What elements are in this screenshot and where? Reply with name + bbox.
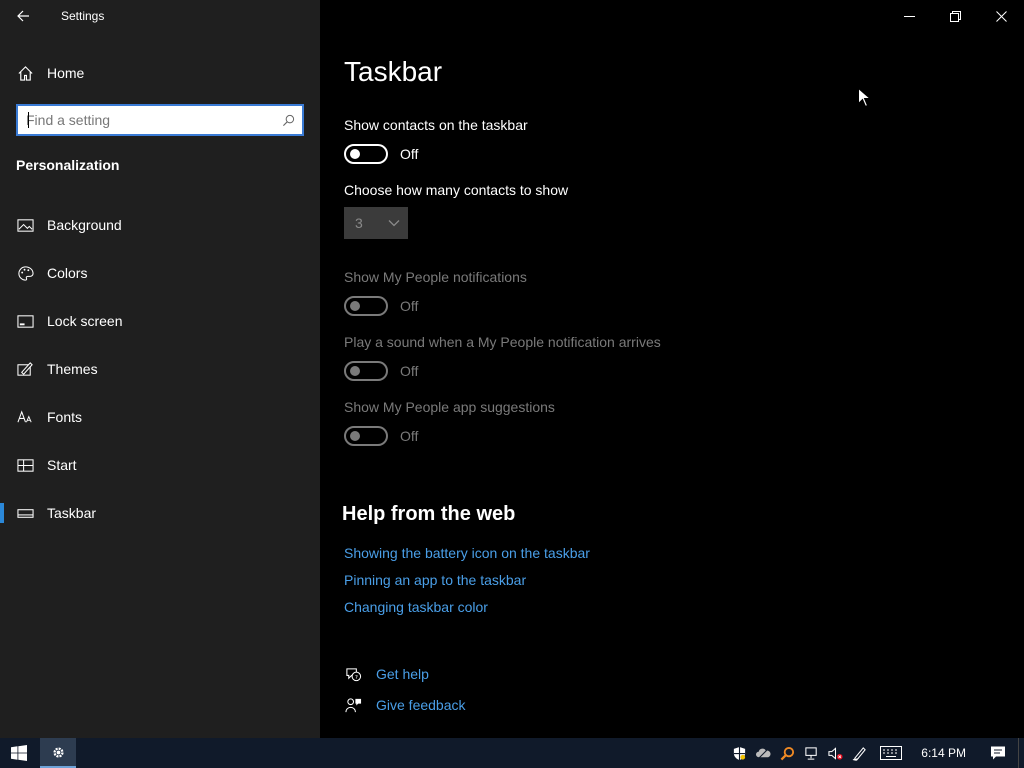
sidebar-nav: Background Colors Lock screen Themes Fon… — [0, 201, 320, 537]
get-help-link[interactable]: ? Get help — [344, 665, 429, 683]
network-icon[interactable] — [799, 738, 823, 768]
sidebar-item-fonts[interactable]: Fonts — [0, 393, 320, 441]
help-link-battery-icon[interactable]: Showing the battery icon on the taskbar — [344, 545, 590, 561]
toggle-state-label: Off — [400, 363, 419, 379]
show-contacts-label: Show contacts on the taskbar — [344, 117, 528, 133]
contacts-count-label: Choose how many contacts to show — [344, 182, 569, 198]
search-box[interactable] — [16, 104, 304, 136]
sidebar-item-label: Fonts — [47, 409, 83, 425]
back-arrow-icon — [17, 10, 29, 22]
sidebar-item-label: Colors — [47, 265, 88, 281]
dropdown-value: 3 — [355, 215, 363, 231]
chevron-down-icon — [388, 220, 400, 227]
home-icon — [16, 64, 34, 82]
taskbar-clock[interactable]: 6:14 PM — [911, 746, 978, 760]
taskbar-settings-app[interactable] — [40, 738, 76, 768]
start-button[interactable] — [0, 738, 38, 768]
feedback-icon — [344, 696, 362, 714]
security-shield-icon[interactable] — [727, 738, 751, 768]
sidebar-item-label: Taskbar — [47, 505, 97, 521]
show-desktop-button[interactable] — [1018, 738, 1024, 768]
touch-keyboard-icon[interactable] — [871, 738, 911, 768]
lock-screen-icon — [16, 312, 34, 330]
back-button[interactable] — [0, 0, 46, 32]
sidebar-item-label: Background — [47, 217, 122, 233]
fonts-icon — [16, 408, 34, 426]
svg-text:?: ? — [354, 674, 357, 680]
notification-icon — [991, 746, 1005, 760]
palette-icon — [16, 264, 34, 282]
help-link-pinning-app[interactable]: Pinning an app to the taskbar — [344, 572, 526, 588]
gear-icon — [52, 746, 64, 758]
sidebar-item-start[interactable]: Start — [0, 441, 320, 489]
show-contacts-toggle[interactable] — [344, 144, 388, 164]
give-feedback-label: Give feedback — [376, 697, 466, 713]
pen-workspace-icon[interactable] — [847, 738, 871, 768]
sidebar-item-label: Start — [47, 457, 77, 473]
show-contacts-toggle-row[interactable]: Off — [344, 144, 418, 164]
home-label: Home — [47, 65, 85, 81]
volume-muted-icon[interactable] — [823, 738, 847, 768]
suggestions-toggle-row[interactable]: Off — [344, 426, 418, 446]
action-center-button[interactable] — [978, 738, 1018, 768]
taskbar-icon — [16, 504, 34, 522]
titlebar-left: Settings — [0, 0, 320, 32]
search-icon[interactable] — [274, 106, 302, 134]
sidebar-item-themes[interactable]: Themes — [0, 345, 320, 393]
suggestions-toggle[interactable] — [344, 426, 388, 446]
suggestions-label: Show My People app suggestions — [344, 399, 555, 415]
taskbar: 6:14 PM — [0, 738, 1024, 768]
sidebar-item-home[interactable]: Home — [0, 56, 320, 90]
onedrive-icon[interactable] — [751, 738, 775, 768]
help-link-taskbar-color[interactable]: Changing taskbar color — [344, 599, 488, 615]
toggle-state-label: Off — [400, 428, 419, 444]
contacts-count-dropdown[interactable]: 3 — [344, 207, 408, 239]
sidebar-item-label: Themes — [47, 361, 98, 377]
windows-logo-icon — [11, 745, 27, 761]
get-help-label: Get help — [376, 666, 429, 682]
notifications-label: Show My People notifications — [344, 269, 527, 285]
page-title: Taskbar — [344, 56, 443, 87]
search-input[interactable] — [18, 106, 274, 134]
sidebar-item-taskbar[interactable]: Taskbar — [0, 489, 320, 537]
sound-toggle-row[interactable]: Off — [344, 361, 418, 381]
sound-toggle[interactable] — [344, 361, 388, 381]
sidebar: Settings Home Personalization Background… — [0, 0, 320, 738]
sidebar-item-background[interactable]: Background — [0, 201, 320, 249]
text-caret — [28, 112, 29, 128]
section-title: Personalization — [16, 157, 120, 173]
system-tray: 6:14 PM — [727, 738, 1024, 768]
toggle-state-label: Off — [400, 298, 419, 314]
start-icon — [16, 456, 34, 474]
sidebar-item-colors[interactable]: Colors — [0, 249, 320, 297]
main-content: Taskbar Show contacts on the taskbar Off… — [320, 0, 1024, 738]
sidebar-item-label: Lock screen — [47, 313, 123, 329]
get-help-icon: ? — [344, 665, 362, 683]
sidebar-item-lock-screen[interactable]: Lock screen — [0, 297, 320, 345]
themes-icon — [16, 360, 34, 378]
toggle-state-label: Off — [400, 146, 419, 162]
notifications-toggle[interactable] — [344, 296, 388, 316]
search-tray-icon[interactable] — [775, 738, 799, 768]
mouse-cursor-icon — [858, 88, 870, 107]
app-title: Settings — [61, 9, 105, 23]
help-section-title: Help from the web — [342, 503, 516, 525]
give-feedback-link[interactable]: Give feedback — [344, 696, 466, 714]
sound-label: Play a sound when a My People notificati… — [344, 334, 661, 350]
image-icon — [16, 216, 34, 234]
notifications-toggle-row[interactable]: Off — [344, 296, 418, 316]
